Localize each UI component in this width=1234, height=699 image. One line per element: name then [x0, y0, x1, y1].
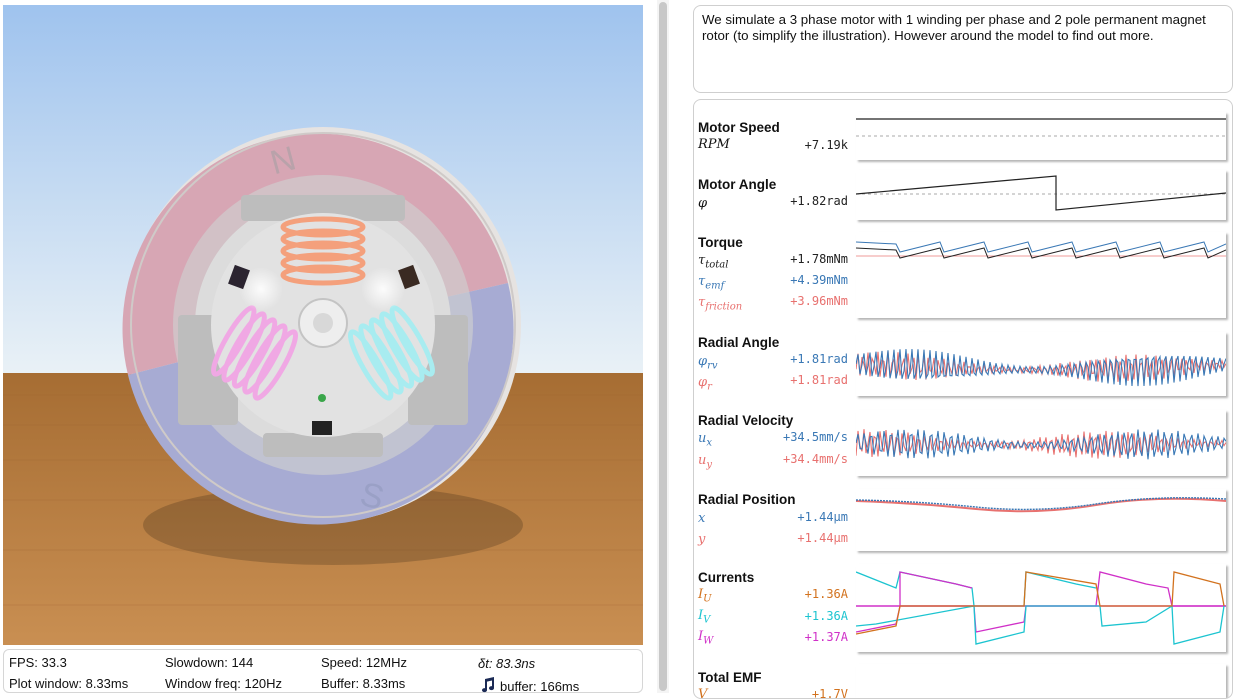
series-label-friction: τfriction	[698, 295, 743, 313]
plot-title: Torque	[698, 235, 743, 250]
series-label-emf: τemf	[698, 274, 725, 292]
series-value: +7.19k	[804, 138, 848, 152]
speed-readout: Speed: 12MHz	[321, 655, 407, 670]
series-value-x: +1.44μm	[797, 510, 848, 524]
music-note-icon	[482, 677, 495, 693]
series-value-iv: +1.36A	[804, 609, 848, 623]
slowdown-readout: Slowdown: 144	[165, 655, 254, 670]
plot-title: Motor Angle	[698, 177, 777, 192]
stats-panel: FPS: 33.3 Plot window: 8.33ms Slowdown: …	[3, 649, 643, 694]
window-freq-readout: Window freq: 120Hz	[165, 676, 283, 691]
series-label-iv: IV	[698, 608, 711, 626]
scrollbar-thumb[interactable]	[659, 2, 667, 691]
plot-title: Radial Position	[698, 492, 796, 507]
series-label-iw: IW	[698, 629, 714, 647]
series-label-iu: IU	[698, 587, 712, 605]
series-label-rv: φrv	[698, 354, 718, 372]
series-label: RPM	[698, 137, 730, 152]
plot-window-readout: Plot window: 8.33ms	[9, 676, 129, 691]
radial-position-graph	[856, 489, 1226, 551]
plot-title: Total EMF	[698, 670, 762, 685]
plots-panel: Motor Speed RPM +7.19k Motor Angle φ +1.…	[693, 99, 1233, 699]
series-value-r: +1.81rad	[790, 373, 848, 387]
scrollbar[interactable]	[657, 0, 669, 693]
series-label: φ	[698, 196, 708, 211]
series-value-friction: +3.96mNm	[790, 294, 848, 308]
series-value-v: +1.7V	[811, 687, 848, 699]
series-value-emf: +4.39mNm	[790, 273, 848, 287]
total-emf-graph	[856, 664, 1226, 698]
audio-buffer[interactable]: buffer: 166ms	[480, 677, 579, 694]
buffer-readout: Buffer: 8.33ms	[321, 676, 406, 691]
plot-title: Currents	[698, 570, 755, 585]
description-box: We simulate a 3 phase motor with 1 windi…	[693, 5, 1233, 93]
series-label-y: y	[698, 532, 706, 547]
plot-title: Radial Angle	[698, 335, 780, 350]
motor-3d-viewport[interactable]: N S	[3, 5, 643, 645]
series-value-ux: +34.5mm/s	[782, 430, 848, 444]
series-value-iw: +1.37A	[804, 630, 848, 644]
radial-velocity-graph	[856, 410, 1226, 476]
torque-graph	[856, 232, 1226, 318]
motor-speed-graph	[856, 112, 1226, 160]
series-value-total: +1.78mNm	[790, 252, 848, 266]
currents-graph	[856, 564, 1226, 652]
radial-angle-graph	[856, 332, 1226, 396]
dt-readout: δt: 83.3ns	[478, 656, 536, 671]
series-label-x: x	[698, 511, 706, 526]
series-label-r: φr	[698, 375, 712, 393]
series-value-rv: +1.81rad	[790, 352, 848, 366]
plot-title: Radial Velocity	[698, 413, 794, 428]
series-value-iu: +1.36A	[804, 587, 848, 601]
series-label-total: τtotal	[698, 253, 729, 271]
motor-angle-graph	[856, 170, 1226, 220]
series-value-y: +1.44μm	[797, 531, 848, 545]
series-label-uy: uy	[698, 453, 713, 471]
series-label-v: V	[698, 687, 708, 699]
description-text: We simulate a 3 phase motor with 1 windi…	[702, 12, 1206, 43]
audio-buffer-label: buffer: 166ms	[500, 679, 580, 694]
plot-title: Motor Speed	[698, 120, 780, 135]
fps-readout: FPS: 33.3	[9, 655, 67, 670]
radial-velocity-uy-trace	[856, 429, 1226, 459]
series-value-uy: +34.4mm/s	[782, 452, 848, 466]
series-label-ux: ux	[698, 431, 713, 449]
series-value: +1.82rad	[790, 194, 848, 208]
